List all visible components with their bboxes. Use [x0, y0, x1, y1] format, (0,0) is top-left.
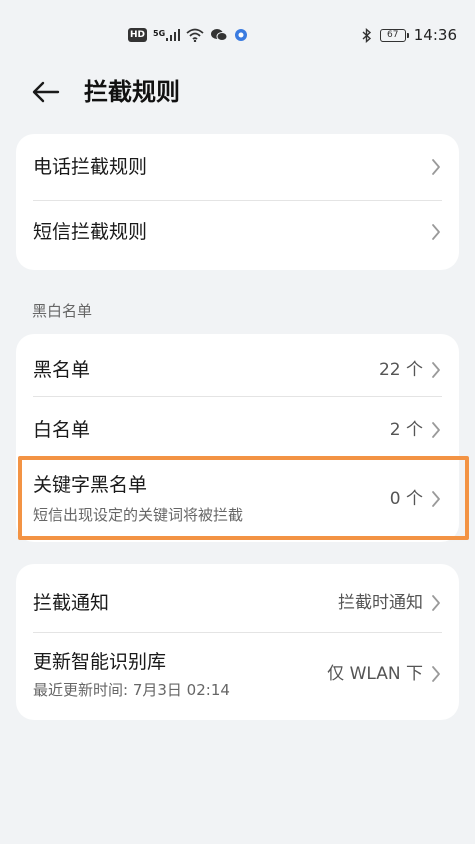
network-type-label: 5G: [153, 29, 166, 38]
hd-badge: HD: [128, 28, 148, 42]
chevron-right-icon: [429, 157, 443, 177]
blacklist-label: 黑名单: [33, 359, 91, 381]
update-recognition-db-label: 更新智能识别库: [33, 651, 167, 673]
chevron-right-icon: [429, 593, 443, 613]
call-block-rules-item[interactable]: 电话拦截规则: [16, 134, 459, 200]
update-condition-value: 仅 WLAN 下: [327, 664, 423, 684]
blacklist-item[interactable]: 黑名单 22 个: [16, 334, 459, 396]
sms-block-rules-item[interactable]: 短信拦截规则: [16, 201, 459, 270]
settings-card: 拦截通知 拦截时通知 更新智能识别库 最近更新时间: 7月3日 02:14 仅 …: [16, 564, 459, 720]
keyword-blacklist-description: 短信出现设定的关键词将被拦截: [33, 506, 244, 524]
page-title: 拦截规则: [84, 78, 180, 106]
wifi-icon: [186, 28, 204, 42]
keyword-blacklist-item[interactable]: 关键字黑名单 短信出现设定的关键词将被拦截 0 个: [16, 456, 459, 542]
back-arrow-icon: [32, 81, 60, 103]
title-bar: 拦截规则: [0, 72, 475, 112]
back-button[interactable]: [30, 78, 62, 106]
status-bar-right: 67 14:36: [362, 26, 457, 44]
chevron-right-icon: [429, 489, 443, 509]
chevron-right-icon: [429, 420, 443, 440]
whitelist-count: 2 个: [389, 420, 423, 440]
block-notification-value: 拦截时通知: [338, 593, 423, 613]
status-bar-left: HD 5G: [128, 26, 248, 44]
bluetooth-icon: [362, 27, 372, 43]
sms-block-rules-label: 短信拦截规则: [33, 221, 148, 243]
status-bar: HD 5G 67 14:36: [0, 0, 475, 64]
cellular-signal-icon: 5G: [153, 29, 181, 41]
keyword-blacklist-label: 关键字黑名单: [33, 474, 148, 496]
update-recognition-db-item[interactable]: 更新智能识别库 最近更新时间: 7月3日 02:14 仅 WLAN 下: [16, 633, 459, 720]
keyword-blacklist-count: 0 个: [389, 489, 423, 509]
status-time: 14:36: [413, 26, 457, 44]
block-notification-label: 拦截通知: [33, 592, 110, 614]
chevron-right-icon: [429, 360, 443, 380]
app-notification-icon: [234, 28, 248, 42]
call-block-rules-label: 电话拦截规则: [33, 156, 148, 178]
whitelist-label: 白名单: [33, 419, 91, 441]
chevron-right-icon: [429, 664, 443, 684]
chevron-right-icon: [429, 222, 443, 242]
wechat-icon: [210, 28, 228, 42]
last-update-time: 最近更新时间: 7月3日 02:14: [33, 681, 230, 699]
battery-icon: 67: [379, 28, 409, 42]
whitelist-item[interactable]: 白名单 2 个: [16, 397, 459, 455]
rules-card: 电话拦截规则 短信拦截规则: [16, 134, 459, 270]
blacklist-count: 22 个: [378, 360, 423, 380]
lists-card: 黑名单 22 个 白名单 2 个 关键字黑名单 短信出现设定的关键词将被拦截 0…: [16, 334, 459, 542]
blacklist-whitelist-section-header: 黑白名单: [32, 302, 93, 320]
block-notification-item[interactable]: 拦截通知 拦截时通知: [16, 564, 459, 632]
